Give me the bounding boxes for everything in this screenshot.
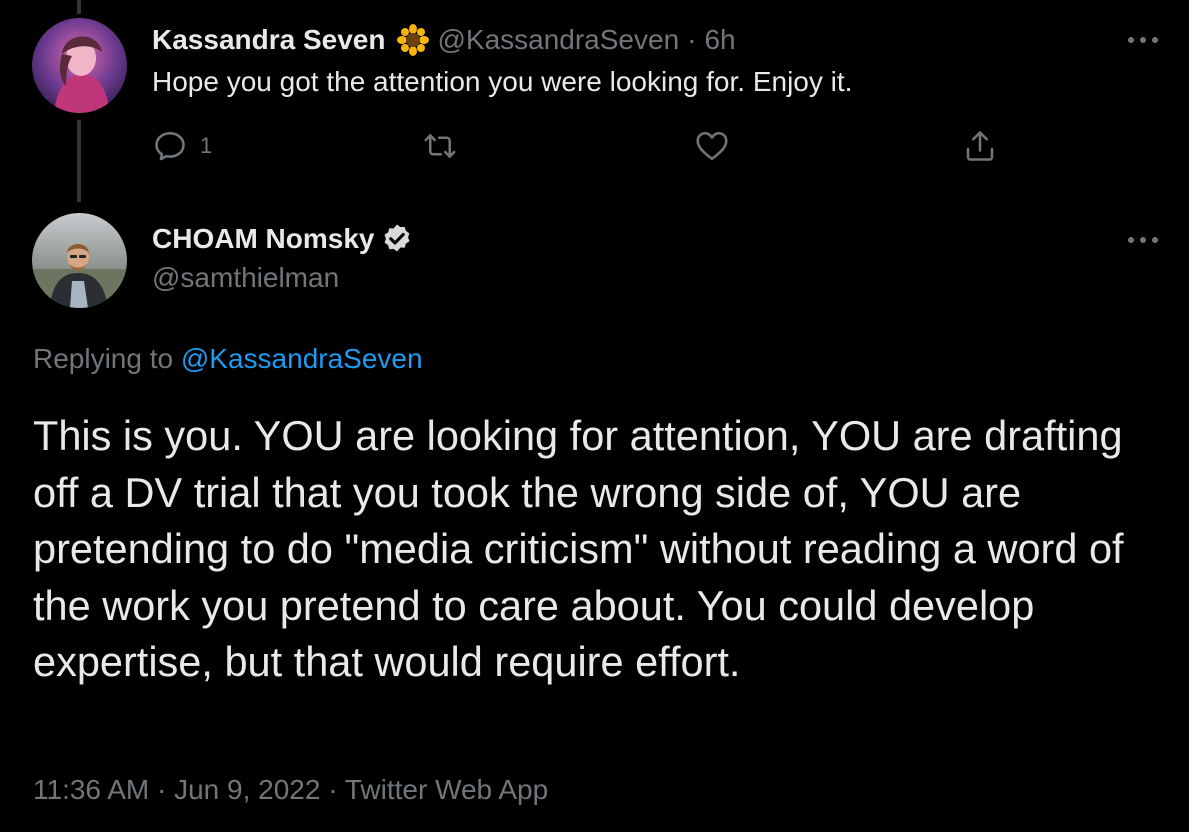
replying-to-mention[interactable]: @KassandraSeven	[181, 343, 423, 374]
more-horizontal-icon[interactable]	[1126, 233, 1160, 247]
parent-tweet-actions: 1	[152, 128, 1012, 172]
sunflower-emoji-icon	[397, 24, 430, 56]
reply-button[interactable]: 1	[152, 128, 212, 164]
thread-line	[77, 120, 81, 202]
like-button[interactable]	[694, 128, 730, 164]
share-icon	[966, 131, 994, 161]
heart-icon	[696, 131, 728, 161]
avatar-kassandra[interactable]	[32, 18, 127, 113]
main-tweet-header: CHOAM Nomsky	[152, 222, 414, 256]
main-tweet-text: This is you. YOU are looking for attenti…	[33, 412, 1124, 686]
retweet-icon	[424, 134, 456, 158]
parent-tweet-header: Kassandra Seven @KassandraSeven · 6h	[152, 24, 736, 56]
replying-to-prefix: Replying to	[33, 343, 181, 374]
main-handle[interactable]: @samthielman	[152, 262, 339, 294]
thread-line-top	[77, 0, 81, 14]
parent-handle[interactable]: @KassandraSeven	[437, 24, 679, 56]
reply-icon	[155, 131, 185, 161]
tweet-timestamp[interactable]: 11:36 AM · Jun 9, 2022 · Twitter Web App	[33, 774, 548, 806]
replying-to-line: Replying to @KassandraSeven	[33, 343, 423, 375]
parent-tweet-text: Hope you got the attention you were look…	[152, 66, 853, 97]
more-horizontal-icon[interactable]	[1126, 33, 1160, 47]
separator-dot: ·	[687, 24, 697, 55]
reply-count: 1	[200, 133, 213, 158]
avatar-choam-nomsky[interactable]	[32, 213, 127, 308]
share-button[interactable]	[962, 128, 998, 164]
parent-time-ago[interactable]: 6h	[704, 24, 735, 56]
verified-badge-icon	[385, 224, 410, 252]
main-display-name[interactable]: CHOAM Nomsky	[152, 223, 374, 255]
retweet-button[interactable]	[422, 128, 458, 164]
parent-display-name[interactable]: Kassandra Seven	[152, 24, 385, 56]
